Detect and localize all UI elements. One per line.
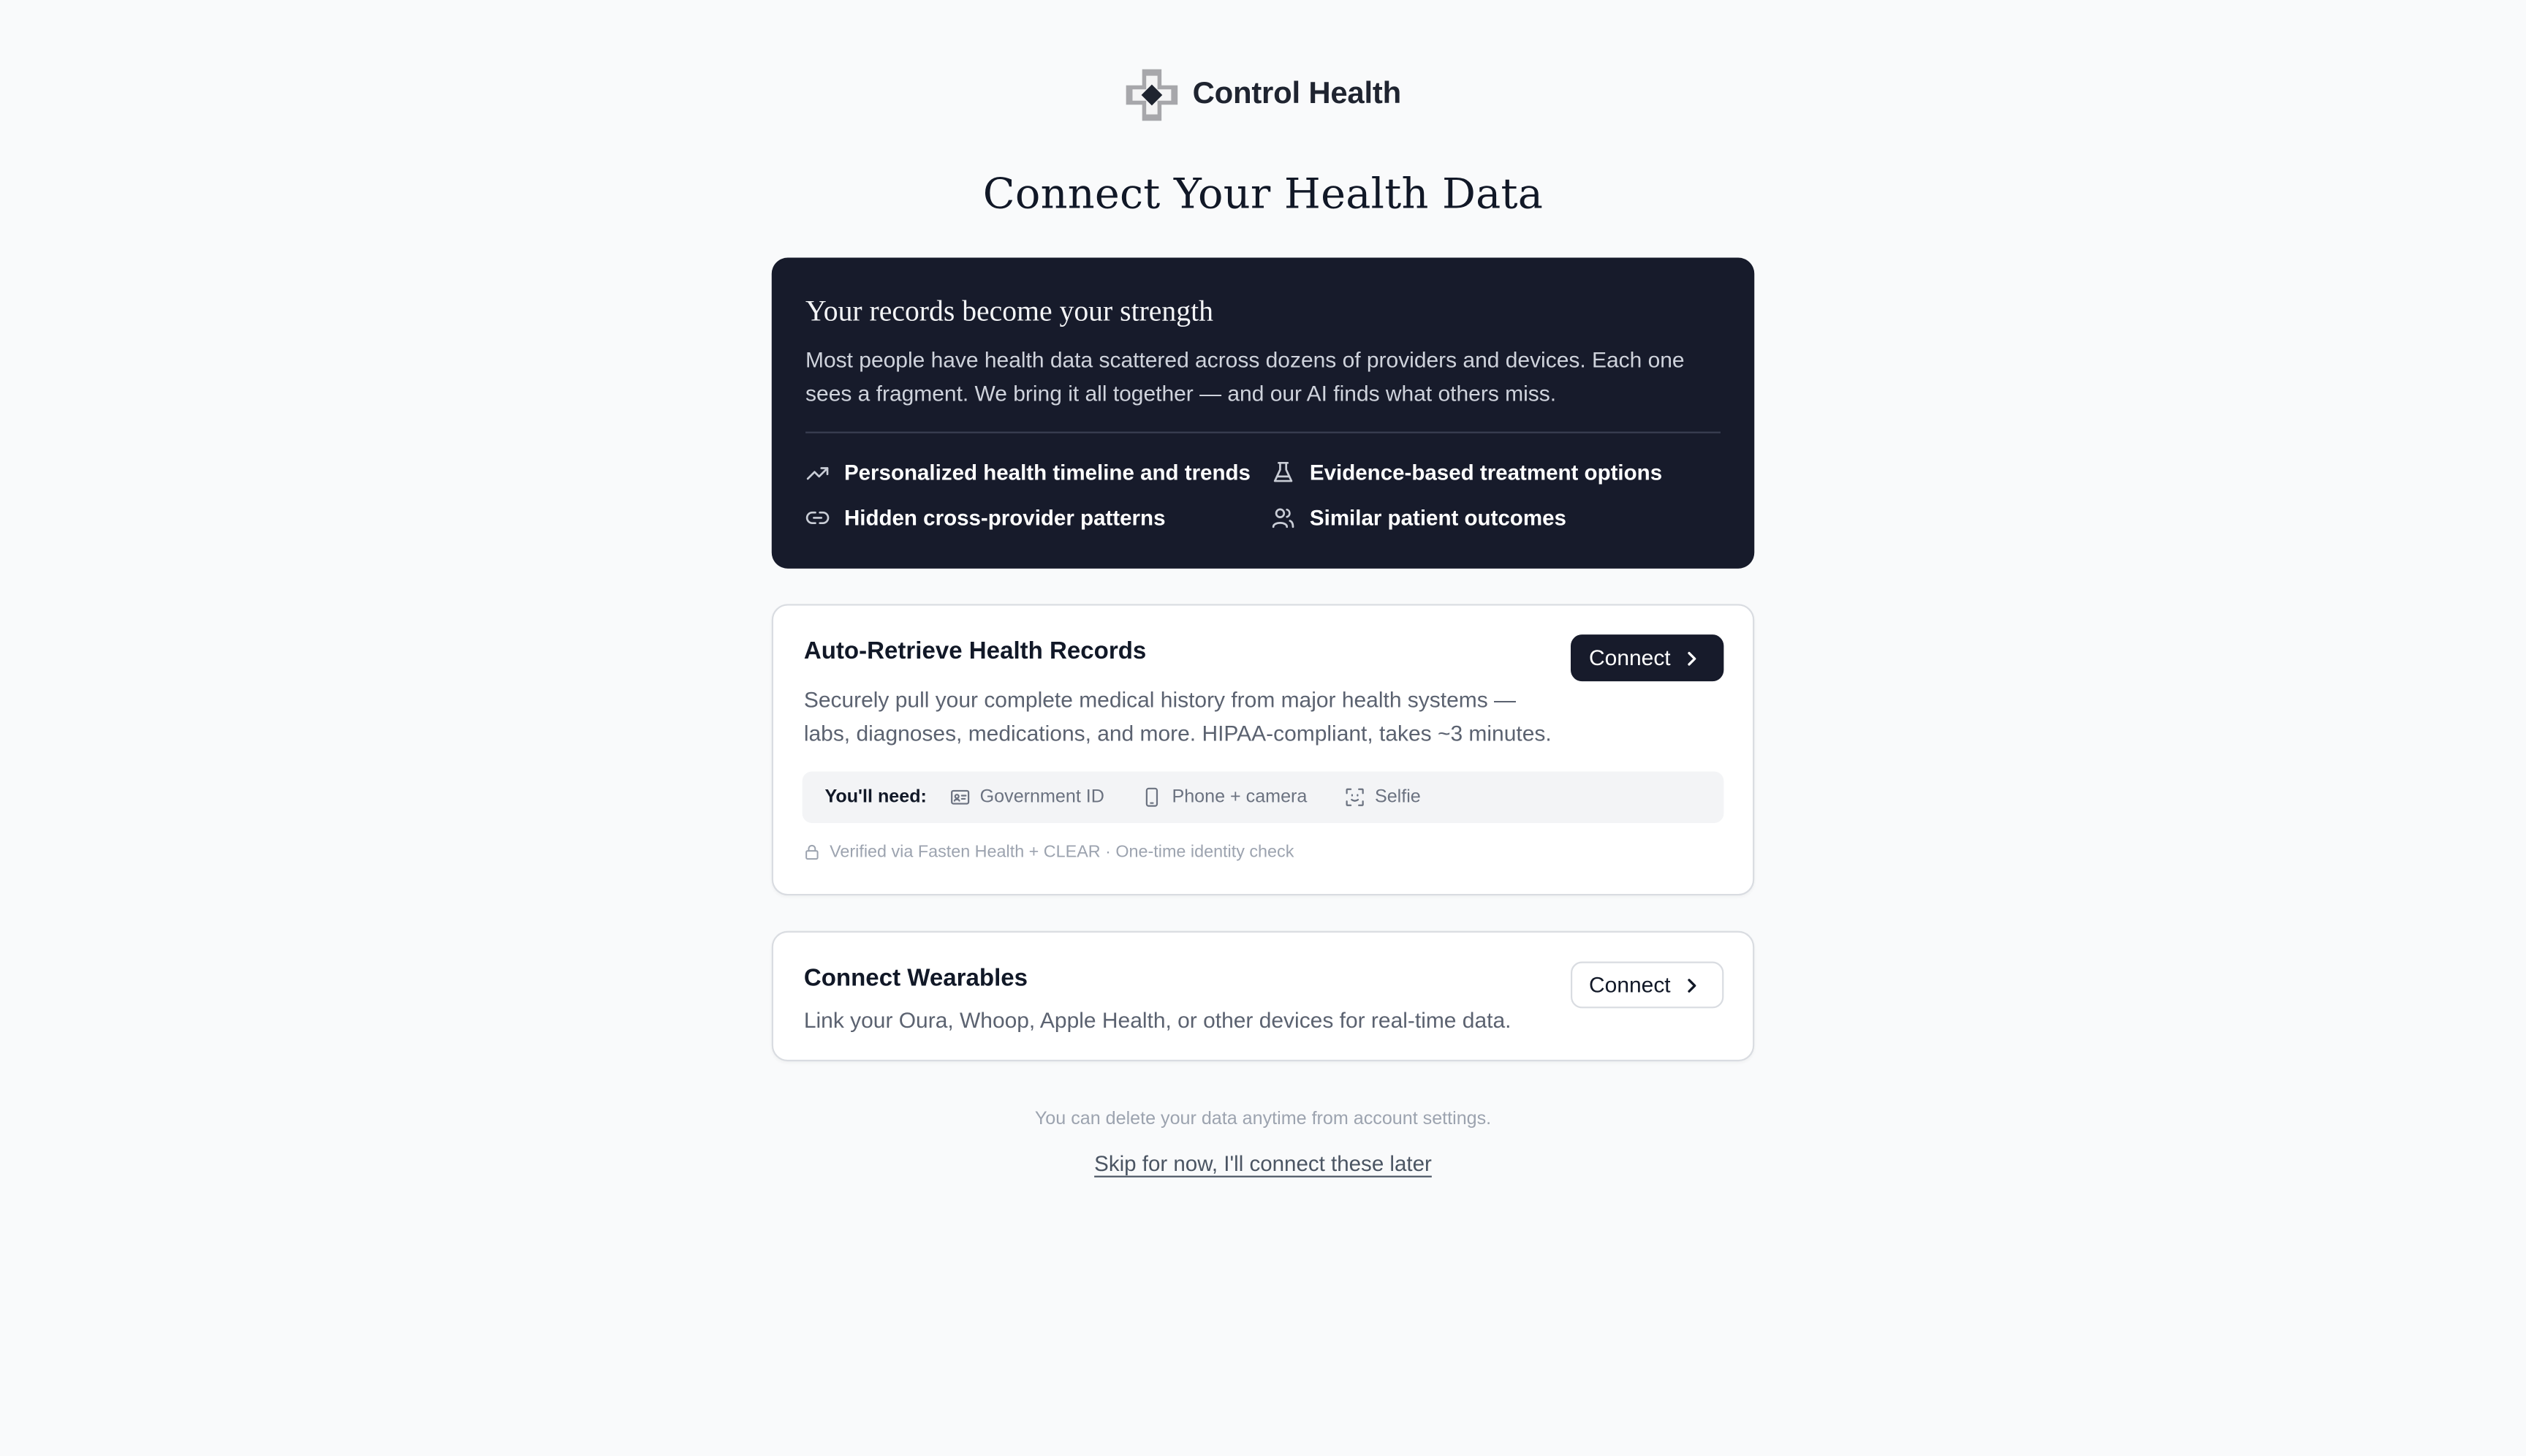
connect-wearables-button[interactable]: Connect bbox=[1571, 961, 1724, 1009]
flask-icon bbox=[1273, 460, 1293, 482]
requirement-label: Selfie bbox=[1374, 787, 1421, 807]
brand-name: Control Health bbox=[1192, 77, 1402, 112]
requirement-item: Government ID bbox=[951, 788, 1104, 807]
page-title: Connect Your Health Data bbox=[982, 170, 1544, 219]
data-deletion-note: You can delete your data anytime from ac… bbox=[1034, 1110, 1492, 1129]
brand-logo: Control Health bbox=[0, 68, 2526, 123]
requirement-label: Phone + camera bbox=[1172, 787, 1308, 807]
chevron-right-icon bbox=[1688, 978, 1696, 992]
trending-up-icon bbox=[806, 466, 829, 479]
requirement-item: Selfie bbox=[1346, 787, 1421, 807]
link-icon bbox=[805, 510, 830, 523]
skip-link[interactable]: Skip for now, I'll connect these later bbox=[1094, 1152, 1432, 1176]
card-description: Securely pull your complete medical hist… bbox=[803, 687, 1552, 746]
feature-label: Personalized health timeline and trends bbox=[843, 460, 1251, 485]
feature-label: Similar patient outcomes bbox=[1309, 504, 1566, 529]
feature-item: Hidden cross-provider patterns bbox=[805, 502, 1271, 531]
feature-label: Evidence-based treatment options bbox=[1309, 460, 1663, 485]
verification-note: Verified via Fasten Health + CLEAR · One… bbox=[804, 842, 1294, 862]
value-proposition-panel: Your records become your strength Most p… bbox=[771, 257, 1755, 569]
button-label: Connect bbox=[1589, 972, 1671, 997]
cross-logo-icon bbox=[1126, 69, 1178, 121]
requirements-bar: You'll need: Government ID Phone + camer… bbox=[802, 771, 1724, 823]
connect-records-button[interactable]: Connect bbox=[1571, 634, 1724, 682]
requirement-item: Phone + camera bbox=[1143, 787, 1308, 807]
button-label: Connect bbox=[1589, 645, 1671, 670]
card-description: Link your Oura, Whoop, Apple Health, or … bbox=[803, 1008, 1512, 1033]
phone-icon bbox=[1146, 787, 1159, 807]
users-icon bbox=[1272, 507, 1294, 528]
feature-list: Personalized health timeline and trends … bbox=[805, 458, 1721, 531]
lock-icon bbox=[805, 844, 819, 860]
id-card-icon bbox=[951, 789, 970, 805]
feature-item: Similar patient outcomes bbox=[1271, 502, 1722, 531]
chevron-right-icon bbox=[1688, 651, 1696, 665]
hero-title: Your records become your strength bbox=[805, 295, 1213, 327]
card-title: Auto-Retrieve Health Records bbox=[803, 637, 1147, 666]
connect-wearables-card: Connect Wearables Connect Link your Oura… bbox=[771, 930, 1755, 1062]
requirements-label: You'll need: bbox=[824, 787, 927, 807]
requirement-label: Government ID bbox=[979, 787, 1104, 807]
feature-item: Evidence-based treatment options bbox=[1271, 458, 1722, 487]
verification-text: Verified via Fasten Health + CLEAR · One… bbox=[830, 842, 1294, 862]
onboarding-page: Control Health Connect Your Health Data … bbox=[0, 0, 2526, 1456]
skip-link-container: Skip for now, I'll connect these later bbox=[0, 1150, 2526, 1179]
feature-label: Hidden cross-provider patterns bbox=[843, 504, 1166, 529]
card-title: Connect Wearables bbox=[803, 964, 1028, 993]
auto-retrieve-records-card: Auto-Retrieve Health Records Connect Sec… bbox=[771, 604, 1755, 896]
feature-item: Personalized health timeline and trends bbox=[805, 458, 1271, 487]
hero-divider bbox=[805, 431, 1721, 433]
hero-body: Most people have health data scattered a… bbox=[805, 347, 1685, 406]
face-scan-icon bbox=[1346, 788, 1365, 806]
